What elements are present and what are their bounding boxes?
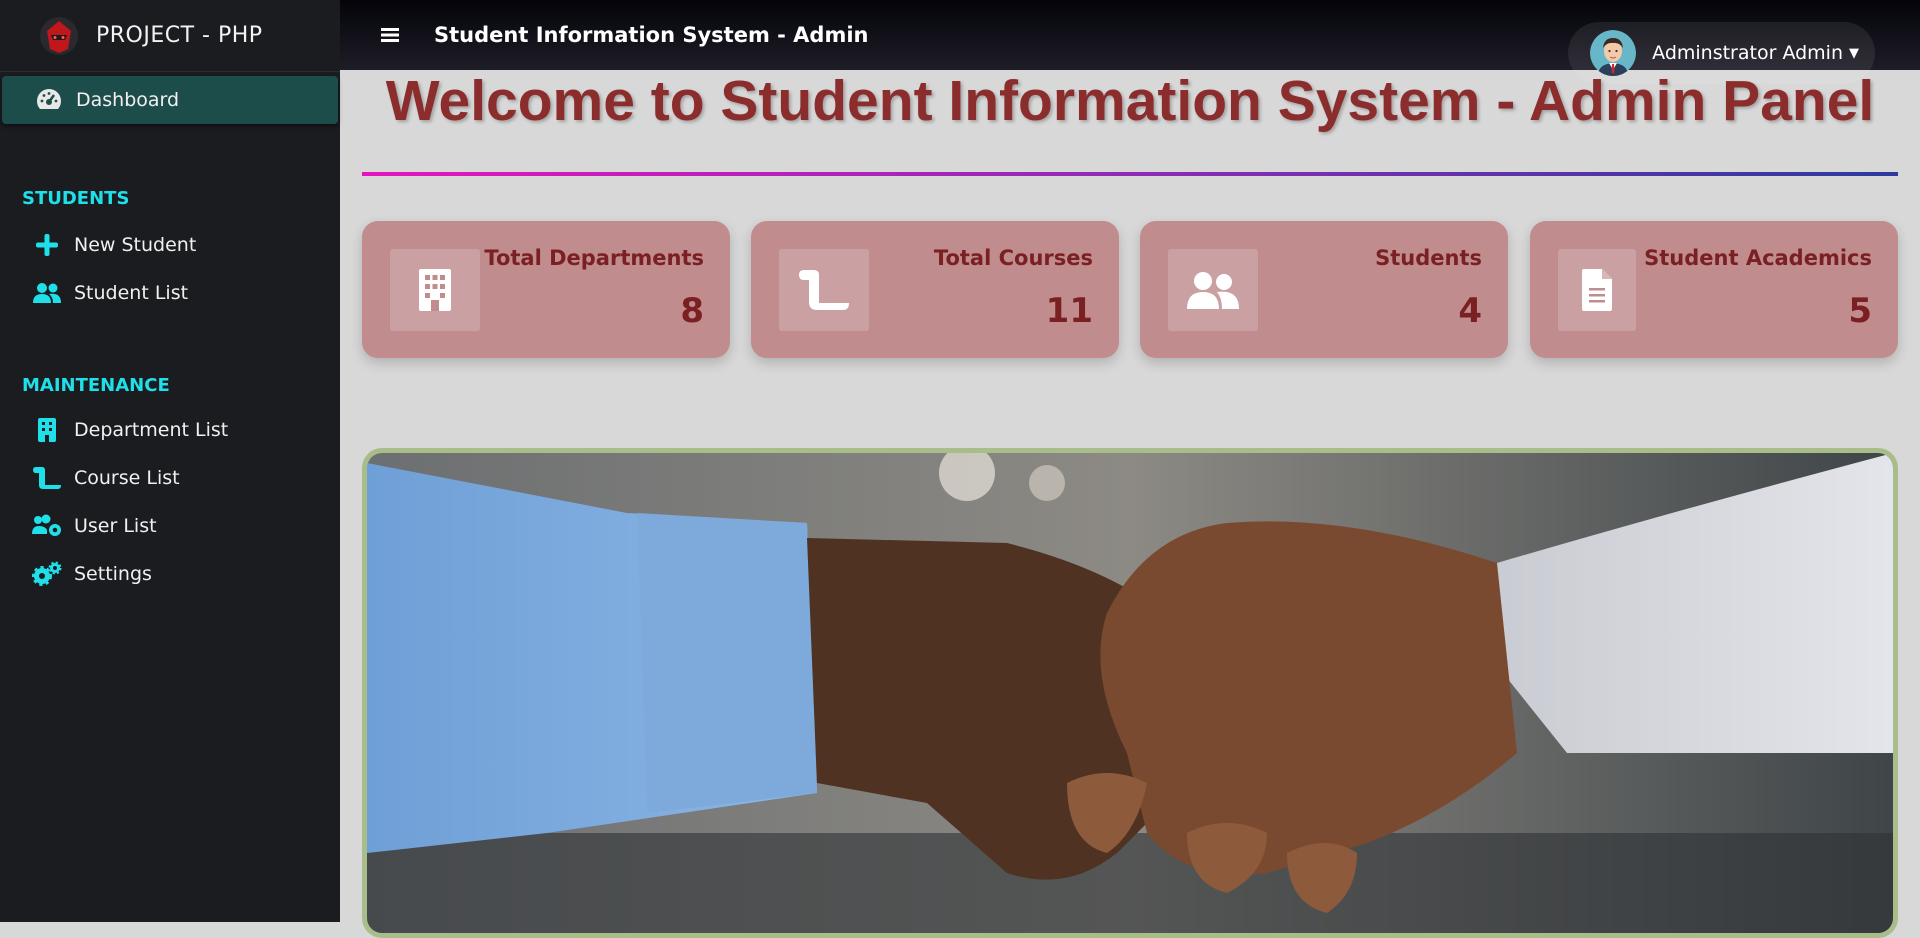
sidebar-item-settings[interactable]: Settings	[0, 550, 340, 598]
users-cog-icon	[30, 512, 64, 540]
hamburger-icon	[381, 28, 399, 42]
sidebar-item-course-list[interactable]: Course List	[0, 454, 340, 502]
scroll-icon	[779, 249, 869, 331]
brand-title: PROJECT - PHP	[96, 23, 263, 48]
plus-icon	[30, 231, 64, 259]
card-label: Total Courses	[933, 246, 1093, 270]
card-value: 5	[1848, 291, 1872, 331]
user-group-icon	[1168, 249, 1258, 331]
gradient-divider	[362, 172, 1898, 176]
sidebar-item-user-list[interactable]: User List	[0, 502, 340, 550]
nav-header-maintenance: MAINTENANCE	[22, 374, 170, 396]
sidebar-item-student-list[interactable]: Student List	[0, 269, 340, 317]
card-students[interactable]: Students 4	[1140, 221, 1508, 358]
topbar: Student Information System - Admin Admin…	[340, 0, 1920, 84]
user-group-icon	[30, 279, 64, 307]
sidebar-item-label: New Student	[74, 234, 197, 256]
scroll-icon	[30, 464, 64, 492]
page-title: Student Information System - Admin	[434, 23, 869, 47]
banner-image	[362, 448, 1898, 938]
caret-down-icon: ▼	[1849, 45, 1859, 61]
building-icon	[390, 249, 480, 331]
menu-toggle-button[interactable]	[370, 27, 410, 43]
sidebar-item-label: Student List	[74, 282, 189, 304]
handshake-image	[367, 453, 1893, 933]
sidebar: PROJECT - PHP Dashboard STUDENTS New Stu…	[0, 0, 340, 922]
document-icon	[1558, 249, 1636, 331]
card-total-courses[interactable]: Total Courses 11	[751, 221, 1119, 358]
card-label: Students	[1375, 246, 1482, 270]
sidebar-item-label: Department List	[74, 419, 229, 441]
sidebar-item-label: Settings	[74, 563, 152, 585]
card-value: 4	[1458, 291, 1482, 331]
logo-icon	[40, 16, 78, 55]
welcome-heading: Welcome to Student Information System - …	[385, 69, 1875, 133]
card-value: 8	[680, 291, 704, 331]
gears-icon	[30, 560, 64, 588]
dashboard-icon	[32, 86, 66, 114]
sidebar-item-label: User List	[74, 515, 157, 537]
user-name: Adminstrator Admin	[1652, 42, 1843, 64]
card-student-academics[interactable]: Student Academics 5	[1530, 221, 1898, 358]
sidebar-item-new-student[interactable]: New Student	[0, 221, 340, 269]
card-value: 11	[1045, 291, 1093, 331]
card-label: Student Academics	[1644, 246, 1872, 270]
sidebar-item-department-list[interactable]: Department List	[0, 406, 340, 454]
sidebar-item-label: Dashboard	[76, 89, 180, 111]
sidebar-item-label: Course List	[74, 467, 180, 489]
building-icon	[30, 416, 64, 444]
card-label: Total Departments	[484, 246, 704, 270]
card-total-departments[interactable]: Total Departments 8	[362, 221, 730, 358]
nav-header-students: STUDENTS	[22, 187, 130, 209]
sidebar-item-dashboard[interactable]: Dashboard	[2, 76, 338, 124]
brand[interactable]: PROJECT - PHP	[0, 0, 340, 72]
